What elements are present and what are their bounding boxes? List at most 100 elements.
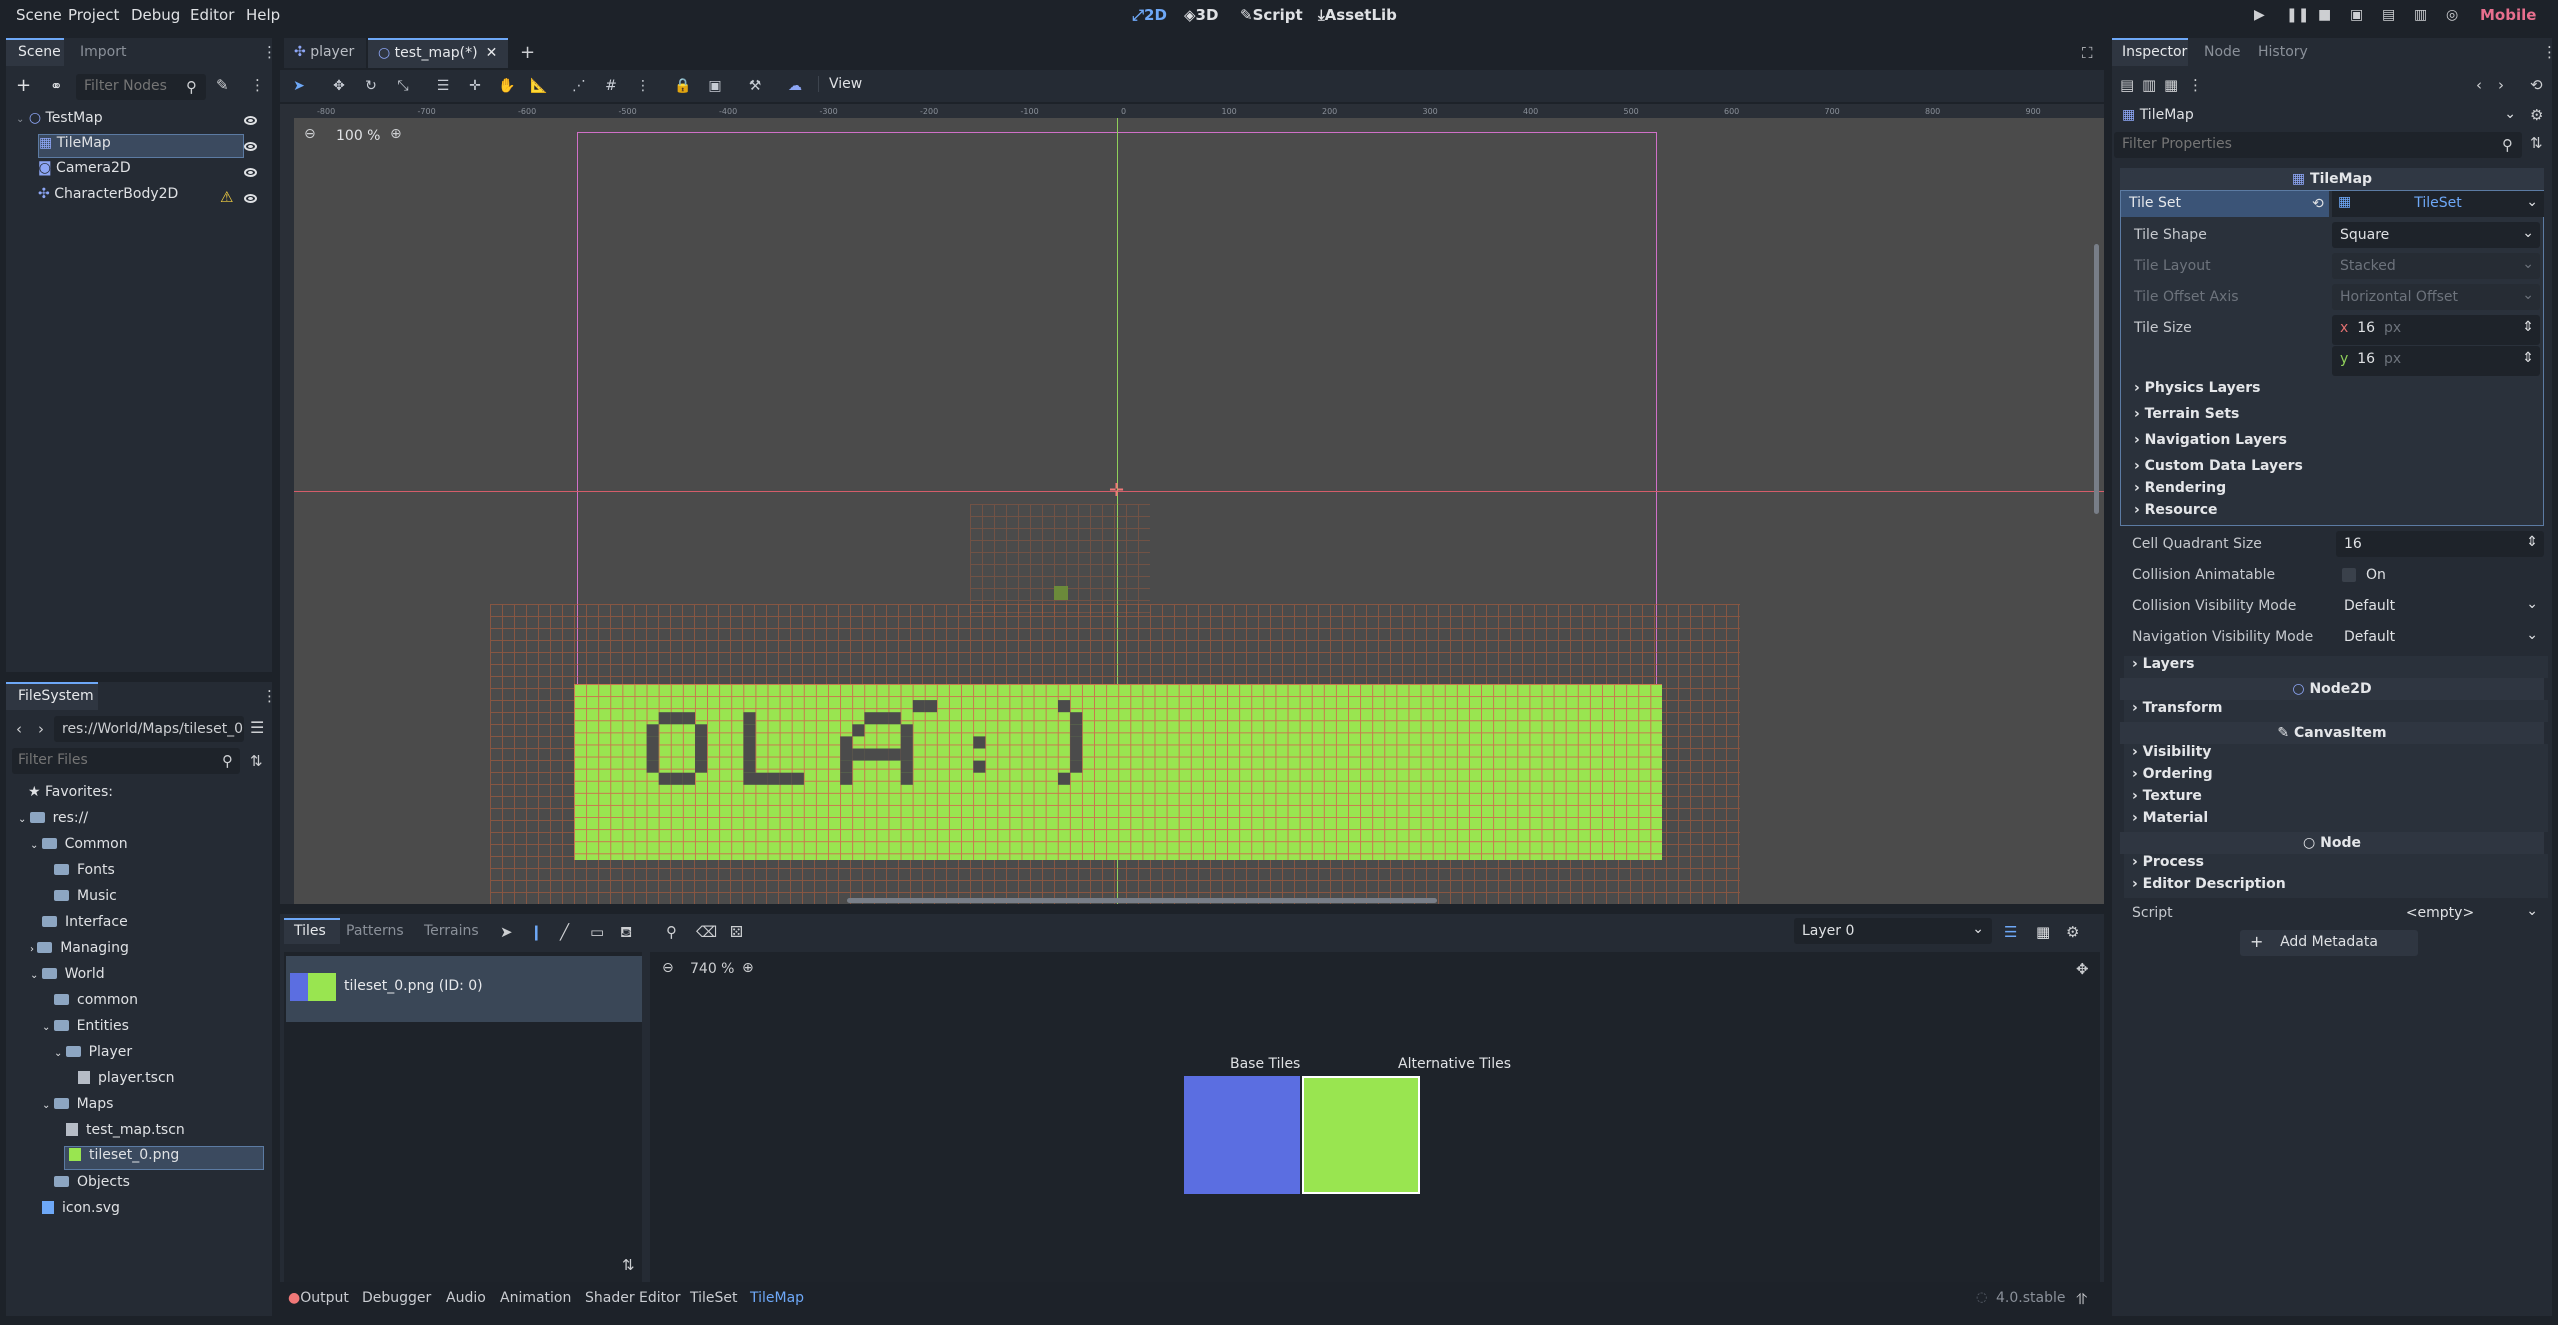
paint-tool-icon[interactable]: ❙ [530,923,543,941]
history-forward-icon[interactable]: › [2498,76,2504,94]
scale-tool-icon[interactable]: ⤡ [394,77,412,95]
filter-properties-field[interactable] [2114,132,2474,156]
tab-terrains[interactable]: Terrains [424,923,479,939]
tree-node-tilemap[interactable]: ▦ TileMap [38,134,244,158]
add-metadata-button[interactable]: + Add Metadata [2240,930,2418,956]
fs-tileset-png[interactable]: tileset_0.png [64,1146,264,1170]
section-navigation-layers[interactable]: › Navigation Layers [2126,432,2550,454]
tree-node-camera2d[interactable]: ◙ Camera2D [38,160,131,184]
tile-size-y-field[interactable]: y 16 px ⇕ [2332,346,2540,376]
grid-toggle-icon[interactable]: ▦ [2036,923,2050,941]
section-editor-description[interactable]: › Editor Description [2124,876,2548,898]
smart-snap-icon[interactable]: ⋰ [570,77,588,95]
history-icon[interactable]: ⟲ [2530,76,2543,94]
horizontal-scrollbar[interactable] [847,898,1437,903]
tab-node[interactable]: Node [2204,44,2241,60]
movie-icon[interactable]: ◎ [2446,7,2458,23]
collision-animatable-checkbox[interactable] [2342,568,2356,582]
zoom-out-icon[interactable]: ⊖ [662,960,674,976]
fs-player-tscn[interactable]: player.tscn [78,1070,175,1094]
visibility-eye-icon[interactable] [244,142,257,151]
section-resource[interactable]: › Resource [2126,502,2550,524]
filter-properties-input[interactable]: ⚲ [2114,132,2522,158]
pause-icon[interactable]: ❚❚ [2286,7,2309,23]
script-attach-icon[interactable]: ✎ [216,76,229,94]
expand-panel-icon[interactable]: ⥣ [2076,1290,2087,1308]
sort-icon[interactable]: ⇅ [622,1256,635,1274]
fs-maps[interactable]: ⌄ Maps [42,1096,113,1120]
stop-icon[interactable]: ■ [2318,7,2331,23]
menu-scene[interactable]: Scene [16,6,62,24]
fs-icon-svg[interactable]: icon.svg [42,1200,120,1224]
zoom-in-icon[interactable]: ⊕ [742,960,754,976]
fs-test-map-tscn[interactable]: test_map.tscn [66,1122,185,1146]
dock-menu-icon[interactable]: ⋮ [2542,43,2557,61]
fs-music[interactable]: Music [54,888,117,912]
section-terrain-sets[interactable]: › Terrain Sets [2126,406,2550,428]
more-icon[interactable]: ⋮ [2188,76,2203,94]
tab-patterns[interactable]: Patterns [346,923,404,939]
source-item[interactable]: tileset_0.png (ID: 0) [286,956,642,1022]
sort-icon[interactable]: ⇅ [250,752,263,770]
remote-debug-icon[interactable]: ▣ [2350,7,2363,23]
bottom-tab-tilemap[interactable]: TileMap [750,1290,804,1306]
add-node-icon[interactable]: + [16,75,31,96]
forward-icon[interactable]: › [38,720,44,738]
section-physics-layers[interactable]: › Physics Layers [2126,380,2550,402]
more-icon[interactable]: ⋮ [250,76,265,94]
canvas-viewport[interactable]: -800 -700 -600 -500 -400 -300 -200 -100 0 100 200 3… [280,104,2104,904]
back-icon[interactable]: ‹ [16,720,22,738]
selectable-list-icon[interactable]: ☰ [434,77,452,95]
tab-history[interactable]: History [2258,44,2308,60]
snap-options-icon[interactable]: ⋮ [634,77,652,95]
reset-icon[interactable]: ⟲ [2312,196,2324,212]
section-layers[interactable]: › Layers [2124,656,2548,678]
tab-import[interactable]: Import [80,44,126,60]
dock-menu-icon[interactable]: ⋮ [262,43,277,61]
eraser-tool-icon[interactable]: ⌫ [696,923,717,941]
lock-icon[interactable]: 🔒 [674,77,692,95]
new-resource-icon[interactable]: ▤ [2120,76,2134,94]
open-resource-icon[interactable]: ▥ [2142,76,2156,94]
add-tab-icon[interactable]: + [520,42,535,63]
editor-tab-player[interactable]: ✣ player [284,38,366,68]
layer-select[interactable]: Layer 0 ⌄ [1794,918,1992,944]
bucket-tool-icon[interactable]: ⛾ [620,923,632,943]
menu-debug[interactable]: Debug [131,6,180,24]
move-tool-icon[interactable]: ✥ [330,77,348,95]
section-material[interactable]: › Material [2124,810,2548,832]
ruler-tool-icon[interactable]: 📐 [530,77,548,95]
filter-nodes-input[interactable]: ⚲ [76,74,206,100]
section-texture[interactable]: › Texture [2124,788,2548,810]
tile-set-resource[interactable]: ▦ TileSet ⌄ [2332,191,2544,217]
vertical-scrollbar[interactable] [2094,244,2099,514]
base-tile-green-selected[interactable] [1300,1074,1422,1196]
zoom-out-icon[interactable]: ⊖ [304,126,316,142]
atlas-zoom[interactable]: 740 % [690,961,734,977]
select-tool-icon[interactable]: ➤ [500,923,513,941]
atlas-view[interactable]: ⊖ 740 % ⊕ ✥ Base Tiles Alternative Tiles [650,952,2100,1282]
filter-files-field[interactable] [12,748,202,772]
visibility-eye-icon[interactable] [244,194,257,203]
filter-nodes-field[interactable] [76,74,176,98]
fs-player[interactable]: ⌄ Player [54,1044,132,1068]
group-icon[interactable]: ▣ [706,77,724,95]
pan-tool-icon[interactable]: ✋ [498,77,516,95]
fs-res[interactable]: ⌄ res:// [18,810,88,834]
bottom-tab-output[interactable]: ●Output [288,1290,349,1306]
bottom-tab-tileset[interactable]: TileSet [690,1290,738,1306]
picker-tool-icon[interactable]: ⚲ [666,923,677,941]
editor-tab-test-map[interactable]: ○ test_map(*) ✕ [368,38,508,68]
filter-files-input[interactable]: ⚲ [12,748,240,774]
line-tool-icon[interactable]: ╱ [560,923,569,941]
zoom-level[interactable]: 100 % [336,128,380,144]
fs-fonts[interactable]: Fonts [54,862,115,886]
visibility-eye-icon[interactable] [244,168,257,177]
workspace-2d[interactable]: ⤢2D [1132,6,1167,24]
zoom-in-icon[interactable]: ⊕ [390,126,402,142]
bottom-tab-shader-editor[interactable]: Shader Editor [585,1290,680,1306]
renderer-select[interactable]: Mobile [2480,6,2536,24]
warning-icon[interactable]: ⚠ [220,188,233,206]
play-custom-icon[interactable]: ▥ [2414,7,2427,23]
fs-interface[interactable]: Interface [42,914,128,938]
